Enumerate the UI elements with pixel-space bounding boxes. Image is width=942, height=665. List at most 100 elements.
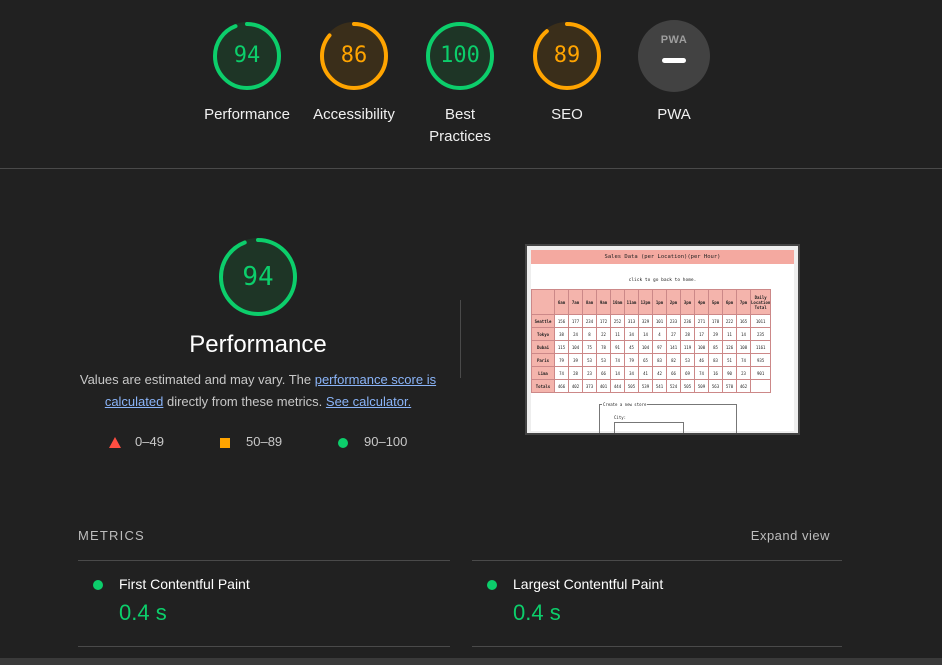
gauge-label: Best Practices: [429, 106, 491, 145]
table-header-cell: 10am: [610, 289, 625, 315]
see-calculator-link[interactable]: See calculator.: [326, 394, 411, 409]
metrics-divider: [78, 646, 450, 647]
table-cell: 126: [722, 340, 737, 354]
table-cell: 252: [610, 314, 625, 328]
row-header: Paris: [531, 353, 555, 367]
gauge-label: Accessibility: [313, 106, 395, 123]
legend-range: 90–100: [364, 434, 408, 449]
score-ring: 89: [531, 20, 603, 92]
table-cell: 901: [749, 366, 772, 380]
table-cell: 119: [680, 340, 695, 354]
table-cell: 165: [736, 314, 751, 328]
score-ring: 100: [424, 20, 496, 92]
metric-name: Largest Contentful Paint: [513, 576, 664, 592]
performance-title: Performance: [189, 331, 327, 358]
bottom-bar: [0, 658, 942, 665]
table-cell: 235: [749, 327, 772, 341]
table-cell: 65: [638, 353, 653, 367]
table-cell: 74: [610, 353, 625, 367]
table-cell: 539: [638, 379, 653, 393]
table-cell: 39: [568, 353, 583, 367]
metric-value: 0.4 s: [513, 600, 561, 625]
score-ring: 94: [211, 20, 283, 92]
table-cell: 28: [568, 366, 583, 380]
final-screenshot[interactable]: Sales Data (per Location)(per Hour) clic…: [525, 244, 800, 435]
table-cell: 79: [624, 353, 639, 367]
description-text-2: directly from these metrics.: [163, 394, 326, 409]
table-cell: 236: [680, 314, 695, 328]
row-header: Tokyo: [531, 327, 555, 341]
table-cell: 34: [624, 327, 639, 341]
table-cell: 53: [680, 353, 695, 367]
table-cell: 444: [610, 379, 625, 393]
table-cell: 108: [736, 340, 751, 354]
table-header-cell: 5pm: [708, 289, 723, 315]
table-header-cell: 7am: [568, 289, 583, 315]
table-cell: 66: [596, 366, 611, 380]
table-header-cell: 7pm: [736, 289, 751, 315]
table-cell: 100: [694, 340, 709, 354]
table-cell: 935: [749, 353, 772, 367]
gauge-pwa[interactable]: PWA PWA: [619, 20, 729, 126]
table-cell: 53: [596, 353, 611, 367]
square-icon: [220, 437, 230, 448]
table-cell: 524: [666, 379, 681, 393]
metrics-heading: METRICS: [78, 528, 145, 543]
table-cell: 271: [694, 314, 709, 328]
table-header-cell: 6pm: [722, 289, 737, 315]
table-row: Paris 79 39 53 53 74 79 65 83 82 53 46 83 51 74 935: [531, 353, 772, 367]
table-cell: 66: [666, 366, 681, 380]
pwa-badge-text: PWA: [660, 34, 688, 46]
screenshot-page: Sales Data (per Location)(per Hour) clic…: [531, 250, 794, 433]
legend-fail: 0–49: [109, 433, 164, 451]
table-row: Dubai 115 104 75 78 91 45 104 97 141 119 100 85 126 10…: [531, 340, 772, 354]
gauge-accessibility[interactable]: 86 Accessibility: [299, 20, 409, 126]
metrics-divider: [472, 560, 842, 561]
table-cell: 51: [722, 353, 737, 367]
table-cell: 38: [554, 327, 569, 341]
performance-gauge: 94: [217, 236, 299, 318]
table-cell: 101: [652, 314, 667, 328]
pass-circle-icon: [487, 580, 497, 590]
score-ring: 86: [318, 20, 390, 92]
table-cell: 141: [666, 340, 681, 354]
row-header: Seattle: [531, 314, 555, 328]
table-cell: 42: [652, 366, 667, 380]
table-header-cell: 3pm: [680, 289, 695, 315]
form-field-label: City:: [614, 415, 627, 420]
table-cell: 90: [722, 366, 737, 380]
table-cell: 104: [568, 340, 583, 354]
table-cell: 1011: [749, 314, 772, 328]
table-cell: 233: [666, 314, 681, 328]
gauge-performance[interactable]: 94 Performance: [192, 20, 302, 126]
store-form: Create a new store City:: [599, 402, 737, 433]
table-cell: 4: [652, 327, 667, 341]
sales-table: 6am 7am 8am 9am 10am 11am 12pm 1pm 2pm 3pm 4pm 5pm 6…: [531, 289, 772, 393]
row-header: Totals: [531, 379, 555, 393]
table-cell: 177: [568, 314, 583, 328]
table-cell: 505: [680, 379, 695, 393]
gauge-best-practices[interactable]: 100 Best Practices: [405, 20, 515, 148]
table-cell: 222: [722, 314, 737, 328]
table-header-cell: 1pm: [652, 289, 667, 315]
table-cell: 313: [624, 314, 639, 328]
table-header-cell: 6am: [554, 289, 569, 315]
legend-range: 0–49: [135, 434, 164, 449]
table-header-cell: [531, 289, 555, 315]
table-cell: 172: [596, 314, 611, 328]
expand-view-button[interactable]: Expand view: [700, 528, 830, 543]
section-divider: [0, 168, 942, 169]
table-cell: 505: [624, 379, 639, 393]
table-cell: 78: [596, 340, 611, 354]
metric-value: 0.4 s: [119, 600, 167, 625]
table-row: Tokyo 38 24 8 22 11 34 14 4 27 28 17 29 11 14 235: [531, 327, 772, 341]
table-cell: 83: [652, 353, 667, 367]
table-cell: 82: [666, 353, 681, 367]
table-cell: 53: [582, 353, 597, 367]
gauge-label: SEO: [551, 106, 583, 123]
row-header: Dubai: [531, 340, 555, 354]
gauge-seo[interactable]: 89 SEO: [512, 20, 622, 126]
table-cell: 79: [554, 353, 569, 367]
table-row: Lima 74 28 23 66 14 34 41 42 66 69 74 16 90 23 901: [531, 366, 772, 380]
city-input: [614, 422, 684, 433]
